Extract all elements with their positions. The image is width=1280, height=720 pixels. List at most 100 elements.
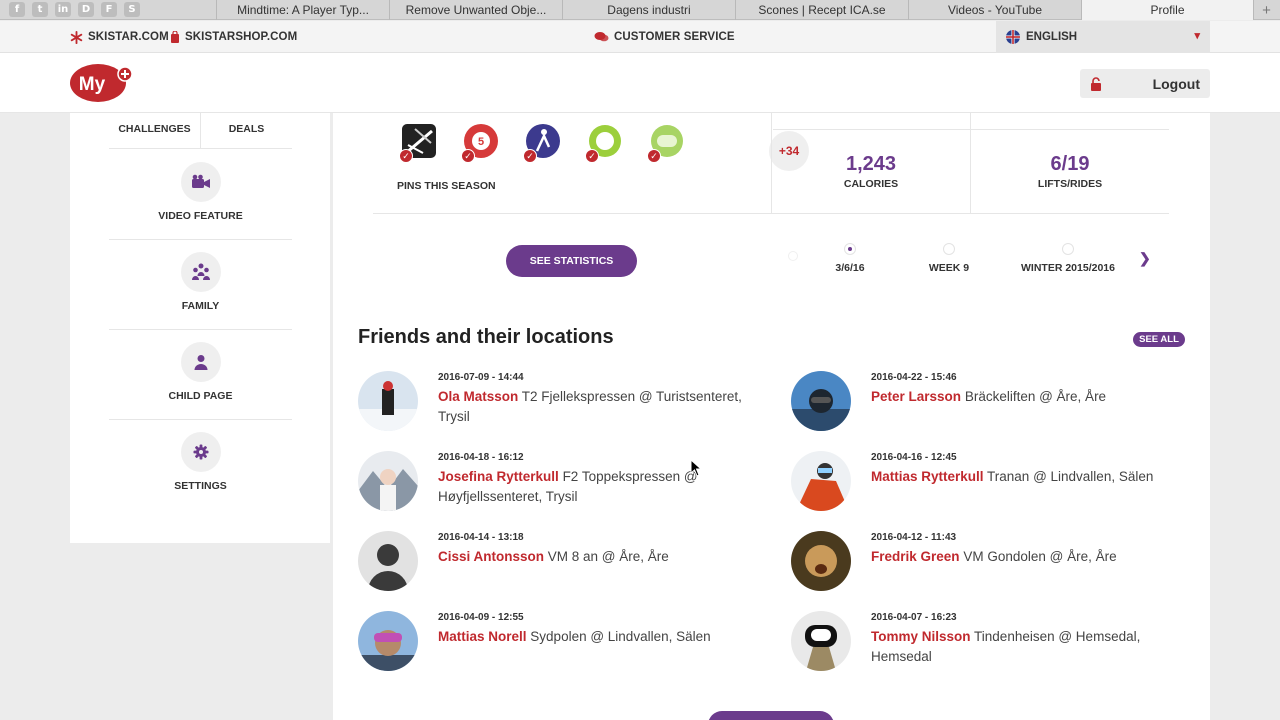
friend-name[interactable]: Fredrik Green	[871, 549, 960, 564]
pin-badge-green-ring-icon[interactable]: ✓	[585, 123, 623, 163]
deals-link[interactable]: DEALS	[200, 113, 292, 148]
lifts-label: LIFTS/RIDES	[1037, 178, 1103, 190]
sidebar-item-label: SETTINGS	[174, 480, 227, 492]
period-dot	[1062, 243, 1074, 255]
friend-name[interactable]: Mattias Norell	[438, 629, 527, 644]
pin-badge-slope-icon[interactable]: ✓	[399, 123, 437, 163]
main-content: ✓ 5 ✓ ✓ ✓ ✓ +34 PINS THIS SEASON 1,243 C…	[333, 113, 1210, 720]
friend-item[interactable]: 2016-07-09 - 14:44 Ola Matsson T2 Fjelle…	[358, 371, 742, 443]
friend-name[interactable]: Ola Matsson	[438, 389, 518, 404]
friend-name[interactable]: Peter Larsson	[871, 389, 961, 404]
skistarshop-link-label: SKISTARSHOP.COM	[185, 31, 298, 43]
language-select[interactable]: ENGLISH ▾	[996, 21, 1210, 53]
sidebar-item-child-page[interactable]: CHILD PAGE	[109, 330, 292, 420]
sidebar-item-label: CHILD PAGE	[168, 390, 233, 402]
friend-text: Cissi Antonsson VM 8 an @ Åre, Åre	[438, 547, 748, 567]
avatar[interactable]	[791, 611, 851, 671]
load-more-button[interactable]	[708, 711, 834, 720]
browser-tab[interactable]: Videos - YouTube	[908, 0, 1081, 20]
sidebar-item-family[interactable]: FAMILY	[109, 240, 292, 330]
avatar[interactable]	[791, 531, 851, 591]
friend-name[interactable]: Mattias Rytterkull	[871, 469, 984, 484]
friend-text: Peter Larsson Bräckeliften @ Åre, Åre	[871, 387, 1181, 407]
avatar[interactable]	[358, 531, 418, 591]
friend-item[interactable]: 2016-04-12 - 11:43 Fredrik Green VM Gond…	[791, 531, 1171, 603]
gear-icon	[180, 432, 221, 472]
friend-item[interactable]: 2016-04-07 - 16:23 Tommy Nilsson Tindenh…	[791, 611, 1171, 683]
checkmark-icon: ✓	[461, 149, 475, 163]
period-week[interactable]: WEEK 9	[889, 243, 1009, 274]
shopping-bag-icon	[171, 31, 179, 43]
f-icon[interactable]: F	[101, 2, 117, 17]
sidebar-item-video-feature[interactable]: VIDEO FEATURE	[109, 150, 292, 240]
pin-badge-number-five-icon[interactable]: 5 ✓	[461, 123, 499, 163]
chevron-down-icon: ▾	[1194, 30, 1200, 42]
d-icon[interactable]: D	[78, 2, 94, 17]
friends-section-title: Friends and their locations	[358, 326, 614, 348]
friend-name[interactable]: Cissi Antonsson	[438, 549, 544, 564]
pins-this-season-label: PINS THIS SEASON	[397, 180, 496, 192]
browser-tab[interactable]: Mindtime: A Player Typ...	[216, 0, 389, 20]
friend-name[interactable]: Josefina Rytterkull	[438, 469, 559, 484]
avatar[interactable]	[358, 371, 418, 431]
left-sidebar: CHALLENGES DEALS VIDEO FEATURE FAMILY CH…	[70, 113, 330, 543]
friend-item[interactable]: 2016-04-14 - 13:18 Cissi Antonsson VM 8 …	[358, 531, 738, 603]
see-statistics-button[interactable]: SEE STATISTICS	[506, 245, 637, 277]
challenges-link[interactable]: CHALLENGES	[109, 113, 200, 148]
friend-name[interactable]: Tommy Nilsson	[871, 629, 971, 644]
skistar-link-label: SKISTAR.COM	[88, 31, 169, 43]
chevron-right-icon[interactable]: ❯	[1139, 250, 1151, 267]
lifts-stat: 6/19 LIFTS/RIDES	[971, 153, 1169, 190]
uk-flag-icon	[1006, 30, 1020, 44]
site-header: My Logout	[0, 53, 1280, 113]
sidebar-item-label: FAMILY	[181, 300, 220, 312]
period-season[interactable]: WINTER 2015/2016	[1008, 243, 1128, 274]
friend-item[interactable]: 2016-04-09 - 12:55 Mattias Norell Sydpol…	[358, 611, 738, 683]
period-label: WEEK 9	[928, 262, 970, 274]
customer-service-label: CUSTOMER SERVICE	[614, 31, 735, 43]
browser-tab[interactable]: Scones | Recept ICA.se	[735, 0, 908, 20]
skistar-link[interactable]: SKISTAR.COM	[70, 21, 169, 53]
svg-text:5: 5	[478, 136, 484, 148]
avatar[interactable]	[791, 371, 851, 431]
s-icon[interactable]: S	[124, 2, 140, 17]
see-all-button[interactable]: SEE ALL	[1133, 332, 1185, 347]
linkedin-icon[interactable]: in	[55, 2, 71, 17]
mouse-cursor-icon	[690, 459, 702, 477]
calories-stat: 1,243 CALORIES	[772, 153, 970, 190]
site-top-strip: SKISTAR.COM SKISTARSHOP.COM CUSTOMER SER…	[0, 21, 1280, 53]
browser-tab[interactable]: Remove Unwanted Obje...	[389, 0, 562, 20]
skistarshop-link[interactable]: SKISTARSHOP.COM	[170, 21, 297, 53]
friend-item[interactable]: 2016-04-16 - 12:45 Mattias Rytterkull Tr…	[791, 451, 1171, 523]
new-tab-button[interactable]: +	[1253, 0, 1279, 20]
facebook-icon[interactable]: f	[9, 2, 25, 17]
logo-text: My	[79, 74, 106, 95]
avatar[interactable]	[358, 451, 418, 511]
friend-text: Fredrik Green VM Gondolen @ Åre, Åre	[871, 547, 1181, 567]
browser-tab[interactable]: Dagens industri	[562, 0, 735, 20]
chat-bubbles-icon	[594, 32, 609, 42]
video-camera-icon	[180, 162, 221, 202]
friend-time: 2016-04-07 - 16:23	[871, 612, 957, 623]
friend-time: 2016-07-09 - 14:44	[438, 372, 524, 383]
friend-text: Tommy Nilsson Tindenheisen @ Hemsedal, H…	[871, 627, 1181, 667]
customer-service-link[interactable]: CUSTOMER SERVICE	[594, 21, 735, 53]
logout-button[interactable]: Logout	[1080, 69, 1210, 98]
friend-item[interactable]: 2016-04-18 - 16:12 Josefina Rytterkull F…	[358, 451, 738, 523]
friend-text: Ola Matsson T2 Fjellekspressen @ Turists…	[438, 387, 748, 427]
avatar[interactable]	[791, 451, 851, 511]
pin-badge-skier-icon[interactable]: ✓	[523, 123, 561, 163]
person-icon	[180, 342, 221, 382]
friend-text: Mattias Norell Sydpolen @ Lindvallen, Sä…	[438, 627, 748, 647]
my-logo[interactable]: My	[70, 63, 133, 103]
pin-badge-green-disc-icon[interactable]: ✓	[647, 123, 685, 163]
browser-tab-bar: f t in D F S Mindtime: A Player Typ... R…	[0, 0, 1280, 20]
sidebar-item-settings[interactable]: SETTINGS	[109, 420, 292, 510]
twitter-icon[interactable]: t	[32, 2, 48, 17]
avatar[interactable]	[358, 611, 418, 671]
unlocked-padlock-icon	[1091, 76, 1101, 91]
friend-location: VM Gondolen @ Åre, Åre	[963, 549, 1117, 564]
browser-tab-active[interactable]: Profile	[1081, 0, 1253, 20]
friend-item[interactable]: 2016-04-22 - 15:46 Peter Larsson Bräckel…	[791, 371, 1171, 443]
period-dot	[943, 243, 955, 255]
